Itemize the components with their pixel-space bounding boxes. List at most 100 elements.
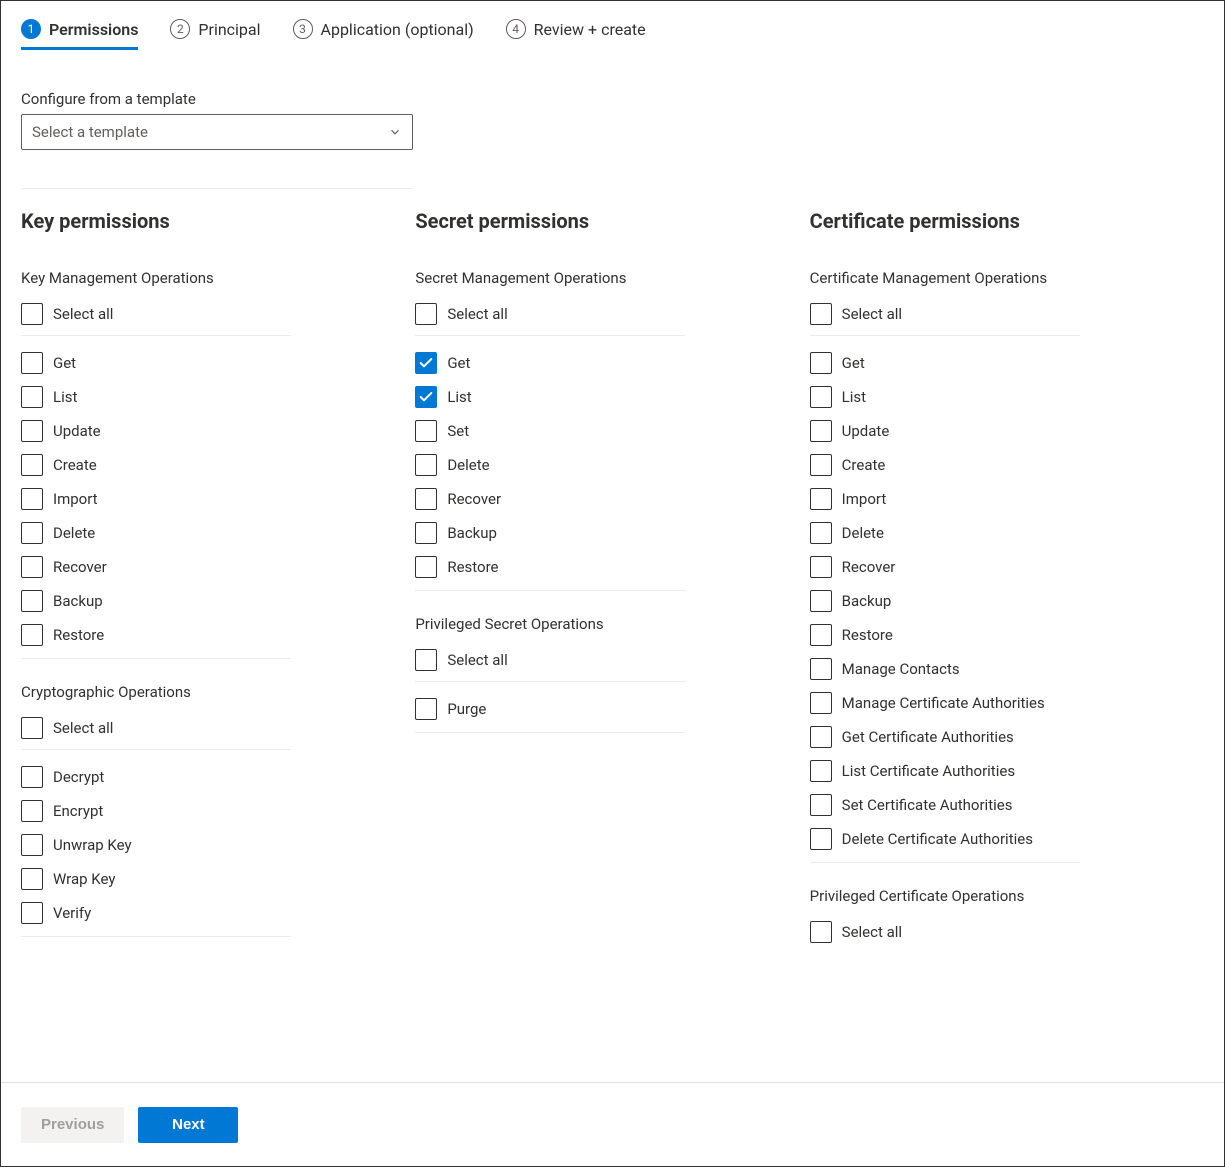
divider xyxy=(21,749,291,750)
template-select[interactable]: Select a template xyxy=(21,114,413,150)
checkbox-purge[interactable]: Purge xyxy=(415,692,789,726)
column-secret: Secret permissionsSecret Management Oper… xyxy=(415,209,809,1082)
checkbox-label: Purge xyxy=(447,700,486,718)
select-all-checkbox[interactable]: Select all xyxy=(810,297,1184,331)
checkbox-icon xyxy=(21,522,43,544)
checkbox-list[interactable]: List xyxy=(415,380,789,414)
checkbox-delete[interactable]: Delete xyxy=(21,516,395,550)
checkbox-unwrap-key[interactable]: Unwrap Key xyxy=(21,828,395,862)
checkbox-icon xyxy=(21,766,43,788)
tab-review-create[interactable]: 4 Review + create xyxy=(506,19,646,50)
checkbox-label: Select all xyxy=(842,305,902,323)
checkbox-recover[interactable]: Recover xyxy=(810,550,1184,584)
checkbox-label: Recover xyxy=(447,490,501,508)
checkbox-label: Import xyxy=(53,490,98,508)
select-all-checkbox[interactable]: Select all xyxy=(21,297,395,331)
checkbox-label: Select all xyxy=(842,923,902,941)
divider xyxy=(415,732,685,733)
select-all-checkbox[interactable]: Select all xyxy=(21,711,395,745)
tab-permissions[interactable]: 1 Permissions xyxy=(21,19,138,50)
checkbox-verify[interactable]: Verify xyxy=(21,896,395,930)
checkbox-label: Unwrap Key xyxy=(53,836,132,854)
select-all-checkbox[interactable]: Select all xyxy=(415,643,789,677)
checkbox-backup[interactable]: Backup xyxy=(21,584,395,618)
checkbox-backup[interactable]: Backup xyxy=(810,584,1184,618)
checkbox-restore[interactable]: Restore xyxy=(810,618,1184,652)
checkbox-delete[interactable]: Delete xyxy=(415,448,789,482)
checkbox-icon xyxy=(21,386,43,408)
permission-group: Cryptographic OperationsSelect allDecryp… xyxy=(21,683,395,937)
checkbox-get[interactable]: Get xyxy=(415,346,789,380)
checkbox-recover[interactable]: Recover xyxy=(415,482,789,516)
checkbox-label: Restore xyxy=(53,626,104,644)
checkbox-set[interactable]: Set xyxy=(415,414,789,448)
checkbox-icon xyxy=(810,624,832,646)
checkbox-label: Delete Certificate Authorities xyxy=(842,830,1033,848)
checkbox-get-certificate-authorities[interactable]: Get Certificate Authorities xyxy=(810,720,1184,754)
checkbox-icon xyxy=(21,834,43,856)
checkbox-decrypt[interactable]: Decrypt xyxy=(21,760,395,794)
checkbox-label: List xyxy=(447,388,471,406)
checkbox-icon xyxy=(810,828,832,850)
checkbox-icon xyxy=(810,590,832,612)
checkbox-list[interactable]: List xyxy=(810,380,1184,414)
checkbox-manage-certificate-authorities[interactable]: Manage Certificate Authorities xyxy=(810,686,1184,720)
select-all-checkbox[interactable]: Select all xyxy=(810,915,1184,949)
checkbox-manage-contacts[interactable]: Manage Contacts xyxy=(810,652,1184,686)
checkbox-icon xyxy=(810,454,832,476)
group-label: Privileged Certificate Operations xyxy=(810,887,1184,905)
checkbox-list-certificate-authorities[interactable]: List Certificate Authorities xyxy=(810,754,1184,788)
checkbox-import[interactable]: Import xyxy=(21,482,395,516)
checkbox-label: Manage Contacts xyxy=(842,660,960,678)
checkbox-import[interactable]: Import xyxy=(810,482,1184,516)
divider xyxy=(415,335,685,336)
checkbox-icon xyxy=(810,794,832,816)
checkbox-delete-certificate-authorities[interactable]: Delete Certificate Authorities xyxy=(810,822,1184,856)
checkbox-icon xyxy=(21,352,43,374)
previous-button: Previous xyxy=(21,1107,124,1143)
permission-group: Privileged Secret OperationsSelect allPu… xyxy=(415,615,789,733)
checkbox-get[interactable]: Get xyxy=(810,346,1184,380)
next-button[interactable]: Next xyxy=(138,1107,238,1143)
checkbox-icon xyxy=(415,386,437,408)
checkbox-create[interactable]: Create xyxy=(21,448,395,482)
checkbox-recover[interactable]: Recover xyxy=(21,550,395,584)
checkbox-label: Manage Certificate Authorities xyxy=(842,694,1045,712)
group-label: Secret Management Operations xyxy=(415,269,789,287)
checkbox-set-certificate-authorities[interactable]: Set Certificate Authorities xyxy=(810,788,1184,822)
column-key: Key permissionsKey Management Operations… xyxy=(21,209,415,1082)
template-label: Configure from a template xyxy=(21,90,1204,108)
tab-application[interactable]: 3 Application (optional) xyxy=(293,19,474,50)
wizard-tabs: 1 Permissions 2 Principal 3 Application … xyxy=(21,19,1204,50)
checkbox-delete[interactable]: Delete xyxy=(810,516,1184,550)
checkbox-label: Wrap Key xyxy=(53,870,115,888)
checkbox-icon xyxy=(415,303,437,325)
checkbox-get[interactable]: Get xyxy=(21,346,395,380)
checkbox-label: Backup xyxy=(53,592,103,610)
checkbox-update[interactable]: Update xyxy=(810,414,1184,448)
checkbox-icon xyxy=(810,303,832,325)
checkbox-label: Create xyxy=(53,456,97,474)
checkbox-label: Delete xyxy=(447,456,489,474)
checkbox-label: Select all xyxy=(447,305,507,323)
checkbox-restore[interactable]: Restore xyxy=(415,550,789,584)
checkbox-update[interactable]: Update xyxy=(21,414,395,448)
checkbox-icon xyxy=(810,386,832,408)
checkbox-label: List xyxy=(842,388,866,406)
checkbox-icon xyxy=(21,902,43,924)
checkbox-encrypt[interactable]: Encrypt xyxy=(21,794,395,828)
checkbox-wrap-key[interactable]: Wrap Key xyxy=(21,862,395,896)
checkbox-icon xyxy=(21,624,43,646)
tab-principal[interactable]: 2 Principal xyxy=(170,19,260,50)
checkbox-icon xyxy=(810,352,832,374)
checkbox-create[interactable]: Create xyxy=(810,448,1184,482)
checkbox-label: Import xyxy=(842,490,887,508)
checkbox-backup[interactable]: Backup xyxy=(415,516,789,550)
permission-group: Key Management OperationsSelect allGetLi… xyxy=(21,269,395,659)
checkbox-label: Create xyxy=(842,456,886,474)
checkbox-restore[interactable]: Restore xyxy=(21,618,395,652)
checkbox-label: Get Certificate Authorities xyxy=(842,728,1014,746)
step-number-icon: 1 xyxy=(21,19,41,39)
select-all-checkbox[interactable]: Select all xyxy=(415,297,789,331)
checkbox-list[interactable]: List xyxy=(21,380,395,414)
